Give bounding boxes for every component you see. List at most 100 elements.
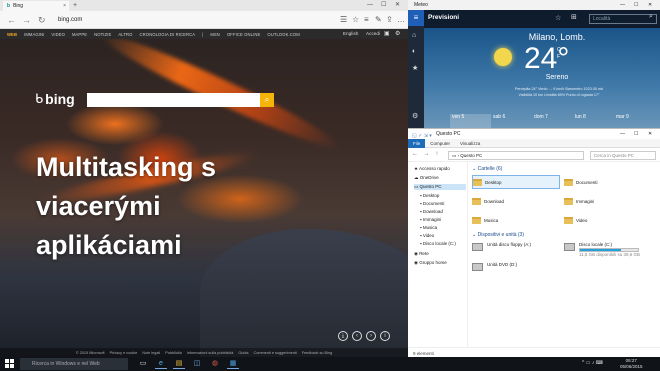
- minimize-button[interactable]: —: [620, 0, 625, 10]
- address-bar[interactable]: ▭ › Questo PC: [448, 151, 584, 160]
- bing-nav-outlook[interactable]: OUTLOOK.COM: [267, 32, 300, 37]
- folder-pictures[interactable]: Immagini: [564, 194, 594, 208]
- day-tile[interactable]: sab 6: [491, 114, 532, 128]
- sidebar-item-documents[interactable]: ▪ Documenti: [420, 201, 444, 207]
- minimize-button[interactable]: —: [367, 1, 373, 10]
- folder-download[interactable]: Download: [472, 194, 504, 208]
- explorer-search-input[interactable]: Cerca in Questo PC: [590, 151, 656, 160]
- explorer-app-icon[interactable]: ▤: [173, 359, 185, 369]
- nav-arrows[interactable]: ← → ↑: [412, 151, 440, 157]
- bing-nav-news[interactable]: NOTIZIE: [94, 32, 111, 37]
- info-icon[interactable]: i: [380, 331, 390, 341]
- footer-help[interactable]: Guida: [238, 351, 248, 355]
- back-icon[interactable]: ←: [7, 14, 16, 26]
- footer-legal[interactable]: Note legali: [142, 351, 160, 355]
- bing-nav-msn[interactable]: MSN: [210, 32, 220, 37]
- footer-bing-feedback[interactable]: Feedback su Bing: [302, 351, 332, 355]
- bing-nav-maps[interactable]: MAPPE: [72, 32, 87, 37]
- footer-ad-info[interactable]: Informazioni sulla pubblicità: [187, 351, 234, 355]
- sidebar-item-network[interactable]: ◉ Rete: [414, 251, 429, 257]
- folder-music[interactable]: Musica: [472, 213, 498, 227]
- maximize-button[interactable]: ☐: [634, 129, 638, 139]
- hamburger-menu-icon[interactable]: ≡: [408, 10, 424, 26]
- favorite-star-icon[interactable]: ☆: [555, 14, 561, 22]
- maximize-button[interactable]: ☐: [634, 0, 638, 10]
- home-icon[interactable]: ⌂: [412, 32, 416, 39]
- location-search-input[interactable]: Località: [589, 14, 657, 24]
- taskbar-search-input[interactable]: Ricerca in Windows e nel Web: [20, 358, 128, 370]
- hub-icon[interactable]: ≡: [364, 14, 369, 26]
- search-icon[interactable]: ⌕: [649, 13, 653, 21]
- day-tile[interactable]: dom 7: [532, 114, 573, 128]
- bing-search-input[interactable]: [87, 93, 260, 107]
- share-icon[interactable]: ⇪: [386, 14, 393, 26]
- favorites-icon[interactable]: ★: [412, 64, 418, 72]
- settings-gear-icon[interactable]: ⚙: [412, 112, 418, 120]
- bing-nav-web[interactable]: WEB: [7, 32, 17, 37]
- bing-nav-more[interactable]: ALTRO: [118, 32, 132, 37]
- sidebar-item-local-disk[interactable]: ▪ Disco locale (C:): [420, 241, 456, 247]
- day-tile[interactable]: mar 9: [614, 114, 655, 128]
- media-app-icon[interactable]: ◍: [209, 359, 221, 369]
- store-app-icon[interactable]: ◫: [191, 359, 203, 369]
- bing-nav-history[interactable]: CRONOLOGIA DI RICERCA: [140, 32, 196, 37]
- forward-icon[interactable]: →: [22, 14, 31, 26]
- sign-in-link[interactable]: Accedi: [366, 31, 380, 36]
- bing-nav-images[interactable]: IMMAGINI: [24, 32, 44, 37]
- day-tile[interactable]: ven 5: [450, 114, 491, 128]
- maps-icon[interactable]: ◐: [412, 48, 416, 55]
- reading-view-icon[interactable]: ☰: [340, 14, 347, 26]
- close-button[interactable]: ✕: [648, 129, 652, 139]
- taskbar-clock[interactable]: 08:27 05/06/2015: [620, 358, 643, 370]
- close-button[interactable]: ✕: [395, 1, 400, 10]
- sidebar-item-desktop[interactable]: ▪ Desktop: [420, 193, 439, 199]
- sidebar-item-pictures[interactable]: ▪ Immagini: [420, 217, 441, 223]
- sidebar-item-download[interactable]: ▪ Download: [420, 209, 443, 215]
- ribbon-tab-computer[interactable]: Computer: [425, 139, 455, 148]
- minimize-button[interactable]: —: [620, 129, 625, 139]
- sidebar-item-video[interactable]: ▪ Video: [420, 233, 434, 239]
- favorite-star-icon[interactable]: ☆: [352, 14, 359, 26]
- language-link[interactable]: English: [343, 31, 358, 36]
- folders-group-header[interactable]: ⌄ Cartelle (6): [472, 166, 502, 172]
- new-tab-button[interactable]: +: [73, 1, 77, 10]
- folder-video[interactable]: Video: [564, 213, 587, 227]
- note-icon[interactable]: ✎: [375, 14, 382, 26]
- next-image-icon[interactable]: ›: [366, 331, 376, 341]
- bing-nav-video[interactable]: VIDEO: [51, 32, 65, 37]
- ribbon-tab-view[interactable]: Visualizza: [455, 139, 485, 148]
- folder-desktop[interactable]: Desktop: [472, 175, 560, 189]
- ribbon-tab-file[interactable]: File: [408, 138, 426, 148]
- refresh-icon[interactable]: ↻: [38, 14, 46, 26]
- day-tile[interactable]: lun 8: [573, 114, 614, 128]
- unit-f[interactable]: F: [557, 54, 561, 61]
- settings-gear-icon[interactable]: ⚙: [395, 30, 400, 37]
- sidebar-item-this-pc[interactable]: ▭ Questo PC: [414, 184, 466, 190]
- unit-toggle[interactable]: C F: [557, 47, 561, 61]
- more-icon[interactable]: …: [397, 14, 405, 26]
- drive-local-c[interactable]: Disco locale (C:) 11,5 GB disponibili su …: [564, 242, 640, 257]
- close-button[interactable]: ✕: [648, 0, 652, 10]
- drive-dvd[interactable]: Unità DVD (D:): [472, 262, 517, 271]
- unit-c[interactable]: C: [557, 47, 561, 54]
- devices-group-header[interactable]: ⌄ Dispositivi e unità (3): [472, 232, 524, 238]
- prev-image-icon[interactable]: ‹: [352, 331, 362, 341]
- address-bar[interactable]: bing.com: [54, 14, 244, 26]
- maximize-button[interactable]: ☐: [381, 1, 386, 10]
- download-image-icon[interactable]: ⤓: [338, 331, 348, 341]
- rewards-icon[interactable]: ▣: [384, 30, 390, 37]
- pin-icon[interactable]: ⊞: [571, 13, 577, 21]
- sidebar-item-homegroup[interactable]: ◉ Gruppo home: [414, 260, 447, 266]
- start-windows-icon[interactable]: [5, 359, 14, 368]
- task-view-icon[interactable]: ▭: [137, 359, 149, 369]
- tab-bing[interactable]: b Bing ×: [3, 1, 69, 11]
- search-icon[interactable]: ⌕: [260, 93, 274, 107]
- drive-floppy[interactable]: Unità disco floppy (A:): [472, 242, 531, 251]
- footer-ads[interactable]: Pubblicità: [165, 351, 181, 355]
- weather-app-icon[interactable]: ▦: [227, 359, 239, 369]
- system-tray-icons[interactable]: ^ ▭ ♪ ⌨: [582, 360, 603, 366]
- sidebar-item-music[interactable]: ▪ Musica: [420, 225, 437, 231]
- folder-documents[interactable]: Documenti: [564, 175, 598, 189]
- footer-privacy[interactable]: Privacy e cookie: [110, 351, 138, 355]
- sidebar-item-quick-access[interactable]: ★ Accesso rapido: [414, 166, 450, 172]
